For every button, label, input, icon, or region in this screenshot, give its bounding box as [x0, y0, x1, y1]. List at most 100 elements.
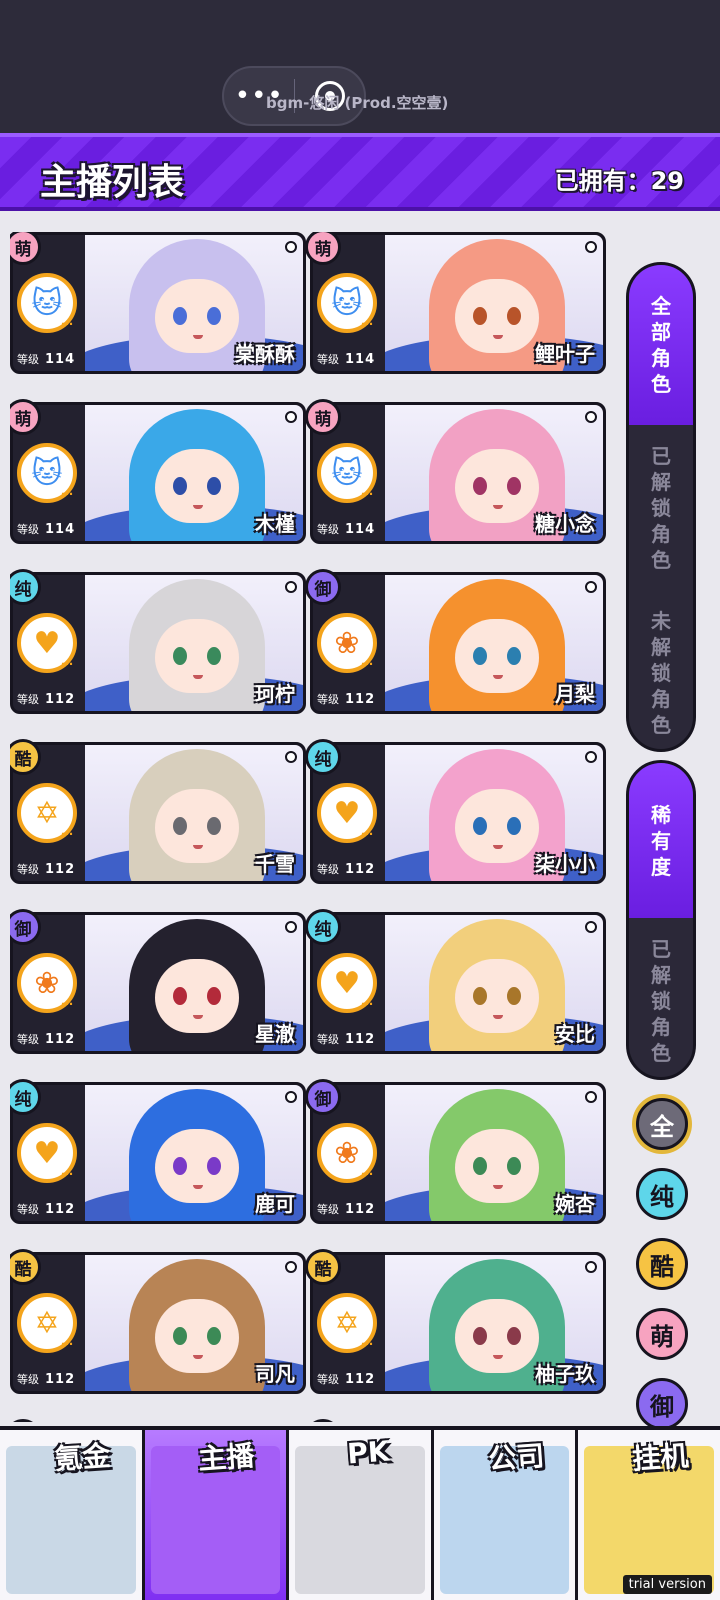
rarity-badge: 纯 [10, 1079, 41, 1115]
rarity-filter-chip[interactable]: 全 [636, 1098, 688, 1150]
level-readout: 等级 114 [317, 351, 375, 367]
rarity-badge: 御 [305, 1079, 341, 1115]
nav-tab[interactable]: 公司 [434, 1430, 579, 1600]
rarity-badge: 纯 [10, 569, 41, 605]
trial-watermark: trial version [622, 1575, 712, 1594]
rail-option[interactable]: 稀有度 [629, 763, 693, 918]
level-readout: 等级 112 [317, 861, 375, 877]
rarity-filter-chip[interactable]: 纯 [636, 1168, 688, 1220]
cat-icon: 🐱 ⋯ [17, 443, 77, 503]
streamer-card[interactable]: 御 ❀ ⋯ 等级 112 月梨 [305, 569, 606, 714]
level-label: 等级 [317, 693, 339, 706]
streamer-card[interactable]: 萌 🐱 ⋯ 等级 114 棠酥酥 [10, 232, 306, 374]
page-header: 主播列表 已拥有：29 [0, 133, 720, 211]
level-readout: 等级 112 [317, 691, 375, 707]
streamer-card[interactable]: 纯 ♥ ⋯ 等级 112 鹿可 [10, 1079, 306, 1224]
card-pin-icon [585, 581, 597, 593]
level-value: 112 [45, 1372, 76, 1387]
streamer-card[interactable]: 萌 🐱 ⋯ 等级 114 糖小念 [305, 399, 606, 544]
streamer-card[interactable]: 御 ❀ ⋯ 等级 112 婉杏 [305, 1079, 606, 1224]
owned-value: 29 [650, 167, 684, 195]
page-title: 主播列表 [40, 162, 185, 203]
nav-tab-label: 公司 [486, 1439, 545, 1476]
nav-tab[interactable]: 主播 [144, 1430, 290, 1600]
level-value: 114 [45, 352, 76, 367]
level-value: 112 [345, 1032, 376, 1047]
level-readout: 等级 112 [317, 1371, 375, 1387]
streamer-name: 司凡 [255, 1362, 295, 1386]
heart-pulse-icon: ♥ ⋯ [317, 953, 377, 1013]
streamer-name: 鹿可 [255, 1192, 295, 1216]
rarity-badge: 御 [305, 569, 341, 605]
rail-option[interactable]: 已解锁角色 [629, 918, 693, 1077]
rarity-badge: 纯 [305, 739, 341, 775]
nav-tab[interactable]: 氪金 [0, 1430, 145, 1600]
heart-pulse-icon: ♥ ⋯ [17, 1123, 77, 1183]
streamer-name: 柒小小 [535, 852, 595, 876]
level-readout: 等级 112 [17, 691, 75, 707]
streamer-name: 棠酥酥 [235, 342, 295, 366]
rarity-filter-chip[interactable]: 御 [636, 1378, 688, 1430]
level-value: 112 [345, 1202, 376, 1217]
level-label: 等级 [17, 863, 39, 876]
star-icon: ✡ ⋯ [17, 783, 77, 843]
level-readout: 等级 112 [17, 861, 75, 877]
streamer-card[interactable]: 纯 ♥ ⋯ 等级 112 柒小小 [305, 739, 606, 884]
streamer-grid: 萌 🐱 ⋯ 等级 114 棠酥酥 萌 🐱 ⋯ 等级 114 鲤叶子 萌 🐱 ⋯ … [10, 232, 610, 1422]
rarity-badge: 酷 [10, 1249, 41, 1285]
level-label: 等级 [317, 863, 339, 876]
heart-pulse-icon: ♥ ⋯ [17, 613, 77, 673]
level-value: 112 [345, 862, 376, 877]
rose-icon: ❀ ⋯ [317, 1123, 377, 1183]
owned-count: 已拥有：29 [555, 161, 684, 196]
level-label: 等级 [17, 1203, 39, 1216]
streamer-name: 柚子玖 [535, 1362, 595, 1386]
level-readout: 等级 112 [317, 1201, 375, 1217]
level-value: 114 [45, 522, 76, 537]
rail-option[interactable]: 未解锁角色 [629, 590, 693, 749]
card-pin-icon [585, 921, 597, 933]
nav-tab-label: 挂机 [631, 1439, 690, 1476]
card-pin-icon [285, 581, 297, 593]
level-label: 等级 [317, 1033, 339, 1046]
level-value: 112 [45, 1202, 76, 1217]
rail-option[interactable]: 已解锁角色 [629, 425, 693, 590]
rarity-badge: 酷 [10, 739, 41, 775]
level-value: 112 [45, 1032, 76, 1047]
streamer-card[interactable]: 纯 ♥ ⋯ 等级 112 安比 [305, 909, 606, 1054]
cat-icon: 🐱 ⋯ [17, 273, 77, 333]
streamer-card[interactable]: 萌 🐱 ⋯ 等级 114 木槿 [10, 399, 306, 544]
streamer-name: 安比 [555, 1022, 595, 1046]
cat-icon: 🐱 ⋯ [317, 443, 377, 503]
card-pin-icon [285, 241, 297, 253]
streamer-name: 珂柠 [255, 682, 295, 706]
streamer-card[interactable]: 萌 🐱 ⋯ 等级 114 鲤叶子 [305, 232, 606, 374]
nav-tab-label: PK [346, 1434, 391, 1471]
nav-tab[interactable]: PK [289, 1430, 434, 1600]
rose-icon: ❀ ⋯ [317, 613, 377, 673]
level-label: 等级 [317, 523, 339, 536]
streamer-card[interactable]: 纯 ♥ ⋯ 等级 112 珂柠 [10, 569, 306, 714]
rarity-badge: 萌 [10, 399, 41, 435]
streamer-card[interactable]: 酷 ✡ ⋯ 等级 112 千雪 [10, 739, 306, 884]
card-pin-icon [285, 921, 297, 933]
card-pin-icon [585, 241, 597, 253]
rarity-filter-chip[interactable]: 萌 [636, 1308, 688, 1360]
level-label: 等级 [317, 353, 339, 366]
streamer-card[interactable]: 酷 ✡ ⋯ 等级 112 司凡 [10, 1249, 306, 1394]
card-pin-icon [585, 411, 597, 423]
nav-tab-label: 主播 [197, 1439, 256, 1476]
level-readout: 等级 112 [17, 1201, 75, 1217]
rarity-filter-chip[interactable]: 酷 [636, 1238, 688, 1290]
streamer-card[interactable]: 酷 ✡ ⋯ 等级 112 柚子玖 [305, 1249, 606, 1394]
owned-label: 已拥有： [554, 167, 651, 195]
streamer-name: 木槿 [255, 512, 295, 536]
rarity-badge: 萌 [305, 232, 341, 265]
rarity-badge: 御 [305, 1419, 341, 1422]
level-value: 114 [345, 352, 376, 367]
streamer-card[interactable]: 御 ❀ ⋯ 等级 112 星澈 [10, 909, 306, 1054]
card-pin-icon [285, 1091, 297, 1103]
star-icon: ✡ ⋯ [317, 1293, 377, 1353]
rail-option[interactable]: 全部角色 [629, 265, 693, 425]
level-readout: 等级 114 [17, 521, 75, 537]
